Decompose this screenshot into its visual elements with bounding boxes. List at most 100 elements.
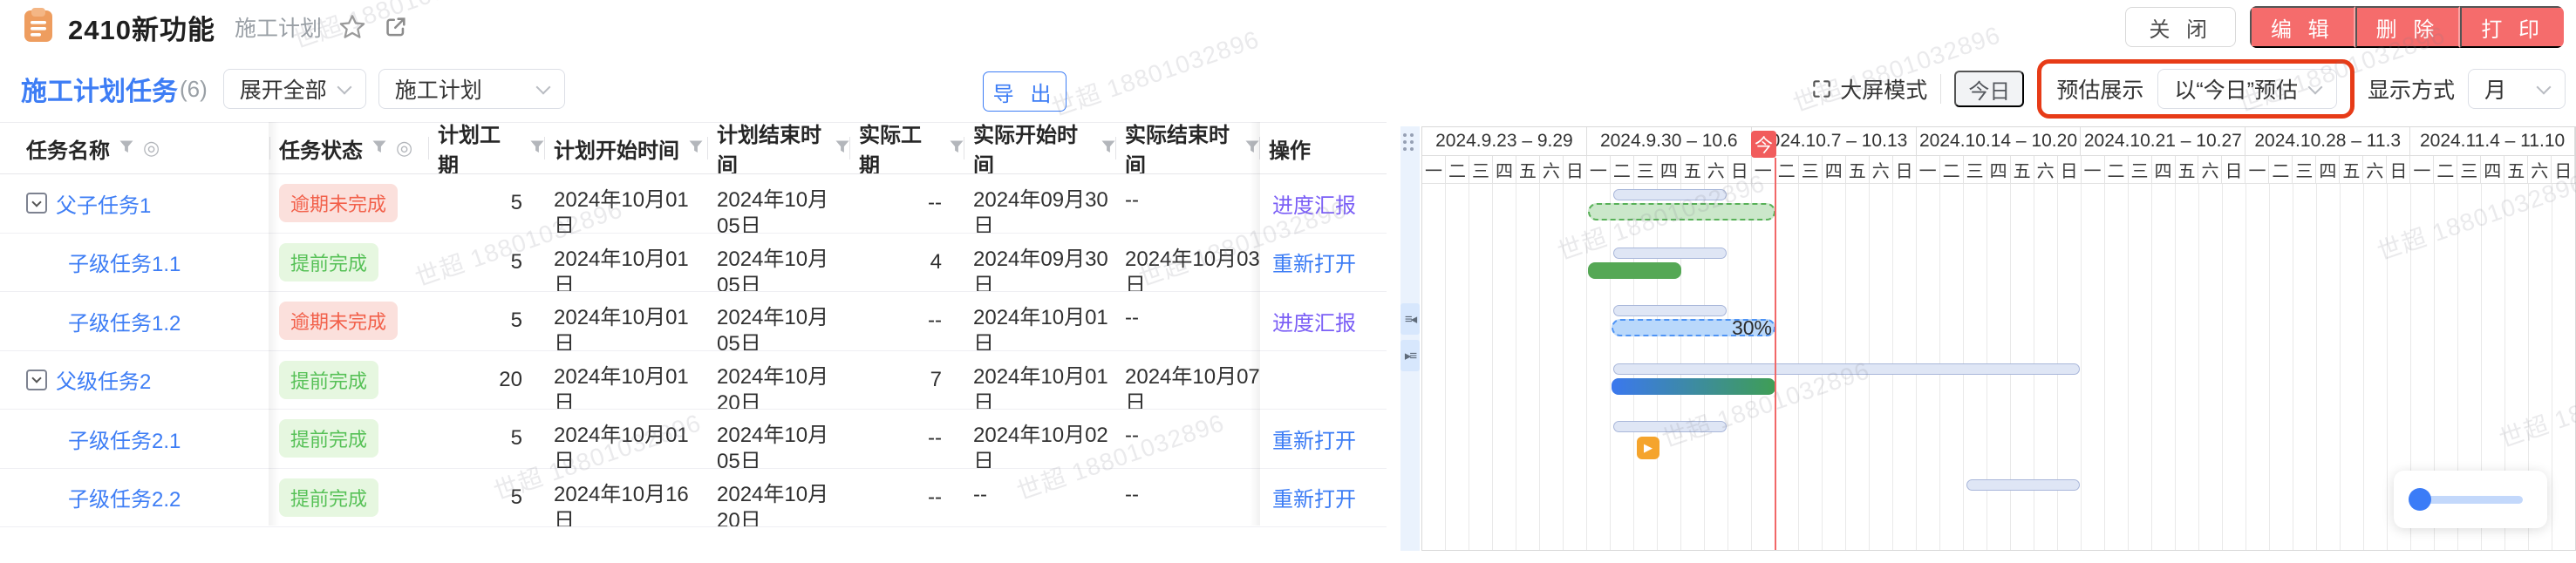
gantt-day-label: 三 [2293, 156, 2316, 184]
plan-duration-cell: 5 [429, 410, 545, 468]
gantt-day-label: 五 [2011, 156, 2034, 184]
gantt-day-label: 二 [1611, 156, 1634, 184]
gantt-planned-bar[interactable] [1613, 421, 1727, 432]
column-header-1: 任务名称◎ [0, 123, 270, 173]
filter-icon[interactable] [371, 136, 387, 160]
delete-button[interactable]: 删 除 [2355, 6, 2461, 48]
today-marker-badge: 今 [1751, 131, 1776, 158]
gantt-day-label: 五 [2504, 156, 2528, 184]
gantt-week-label: 2024.10.28 – 11.3 [2245, 127, 2410, 156]
actual-start-cell: 2024年10月01日 [964, 351, 1116, 410]
locate-icon[interactable]: ◎ [396, 139, 412, 158]
today-button[interactable]: 今日 [1954, 71, 2024, 107]
slider-handle[interactable] [2409, 488, 2431, 511]
export-button[interactable]: 导 出 [983, 71, 1067, 112]
task-name-cell: 子级任务1.1 [0, 234, 270, 292]
top-bar-actions: 关 闭 编 辑 删 除 打 印 [2125, 6, 2576, 48]
gantt-day-label: 四 [2152, 156, 2176, 184]
locate-icon[interactable]: ◎ [143, 139, 160, 158]
action-link[interactable]: 重新打开 [1272, 424, 1356, 454]
plan-end-cell: 2024年10月05日 [708, 234, 850, 292]
collapse-left-icon[interactable]: ≡◂ [1400, 303, 1420, 335]
status-badge: 提前完成 [279, 478, 378, 517]
action-cell: 重新打开 [1260, 469, 1387, 527]
gantt-actual-bar[interactable] [1612, 378, 1775, 395]
task-name-link[interactable]: 子级任务2.1 [68, 424, 181, 454]
estimate-mode-dropdown[interactable]: 以“今日”预估 [2157, 69, 2337, 109]
task-name-link[interactable]: 子级任务1.1 [68, 247, 181, 277]
task-status-cell: 提前完成 [270, 234, 429, 292]
task-name-link[interactable]: 父级任务2 [26, 364, 151, 395]
gantt-day-label: 一 [1422, 156, 1446, 184]
gantt-actual-bar[interactable] [1588, 262, 1681, 279]
gantt-planned-bar[interactable] [1613, 305, 1727, 316]
column-label: 操作 [1269, 133, 1311, 164]
gantt-day-label: 六 [2034, 156, 2058, 184]
gantt-day-label: 二 [2269, 156, 2293, 184]
gantt-day-label: 六 [1705, 156, 1728, 184]
plan-select-dropdown[interactable]: 施工计划 [378, 69, 565, 109]
fullscreen-mode-button[interactable]: 大屏模式 [1810, 73, 1927, 105]
action-link[interactable]: 重新打开 [1272, 247, 1356, 277]
task-status-cell: 逾期未完成 [270, 174, 429, 233]
collapse-toggle-icon[interactable] [26, 370, 47, 390]
gantt-estimate-bar[interactable]: 30% [1612, 319, 1775, 336]
gantt-day-label: 一 [1752, 156, 1775, 184]
action-cell: 重新打开 [1260, 234, 1387, 292]
task-status-cell: 提前完成 [270, 351, 429, 410]
actual-end-cell: -- [1116, 410, 1260, 468]
panel-splitter[interactable]: ≡◂ ▸≡ [1400, 126, 1420, 551]
slider-track[interactable] [2420, 496, 2523, 504]
action-link[interactable]: 重新打开 [1272, 482, 1356, 512]
drag-handle-icon[interactable] [1403, 133, 1414, 151]
action-link[interactable]: 进度汇报 [1272, 188, 1356, 219]
expand-right-icon[interactable]: ▸≡ [1400, 340, 1420, 371]
chevron-down-icon [535, 79, 550, 94]
star-icon[interactable] [339, 14, 365, 40]
gantt-day-label: 二 [1940, 156, 1964, 184]
edit-button[interactable]: 编 辑 [2250, 6, 2355, 48]
column-label: 实际工期 [859, 123, 940, 173]
action-link[interactable]: 进度汇报 [1272, 306, 1356, 336]
progress-report-marker-icon[interactable]: ▶ [1637, 437, 1659, 459]
filter-icon[interactable] [119, 136, 134, 160]
plan-start-cell: 2024年10月01日 [545, 174, 708, 233]
task-name-link[interactable]: 子级任务1.2 [68, 306, 181, 336]
gantt-planned-bar[interactable] [1613, 189, 1727, 200]
actual-start-cell: 2024年09月30日 [964, 234, 1116, 292]
gantt-day-label: 四 [2316, 156, 2340, 184]
filter-icon[interactable] [835, 136, 850, 160]
close-button[interactable]: 关 闭 [2125, 7, 2236, 47]
gantt-planned-bar[interactable] [1613, 363, 2080, 375]
status-badge: 提前完成 [279, 361, 378, 399]
gantt-planned-bar[interactable] [1613, 248, 1727, 259]
actual-duration-cell: -- [850, 292, 964, 350]
filter-icon[interactable] [949, 136, 964, 160]
print-button[interactable]: 打 印 [2460, 6, 2564, 48]
filter-icon[interactable] [688, 136, 704, 160]
gantt-day-label: 一 [2410, 156, 2434, 184]
filter-icon[interactable] [1101, 136, 1116, 160]
task-name-cell: 父子任务1 [0, 174, 270, 233]
gantt-planned-bar[interactable] [1966, 479, 2080, 491]
gantt-day-header: 一二三四五六日一二三四五六日一二三四五六日一二三四五六日一二三四五六日一二三四五… [1422, 156, 2575, 184]
filter-icon[interactable] [529, 136, 545, 160]
gantt-day-label: 二 [1775, 156, 1799, 184]
gantt-estimate-bar[interactable] [1588, 203, 1775, 220]
task-name-link[interactable]: 父子任务1 [26, 188, 151, 219]
task-status-cell: 提前完成 [270, 469, 429, 527]
display-mode-dropdown[interactable]: 月 [2468, 69, 2566, 109]
actual-duration-cell: 4 [850, 234, 964, 292]
task-name-link[interactable]: 子级任务2.2 [68, 482, 181, 512]
task-name-cell: 子级任务2.1 [0, 410, 270, 468]
expand-all-dropdown[interactable]: 展开全部 [223, 69, 366, 109]
status-badge: 提前完成 [279, 243, 378, 282]
gantt-controls: 大屏模式 今日 预估展示 以“今日”预估 显示方式 月 [1810, 59, 2576, 119]
actual-duration-cell: -- [850, 469, 964, 527]
page-title: 2410新功能 [68, 8, 215, 47]
table-row: 父子任务1逾期未完成52024年10月01日2024年10月05日--2024年… [0, 174, 1387, 234]
filter-icon[interactable] [1244, 136, 1260, 160]
open-external-icon[interactable] [383, 14, 409, 40]
gantt-day-label: 四 [2481, 156, 2504, 184]
collapse-toggle-icon[interactable] [26, 193, 47, 214]
